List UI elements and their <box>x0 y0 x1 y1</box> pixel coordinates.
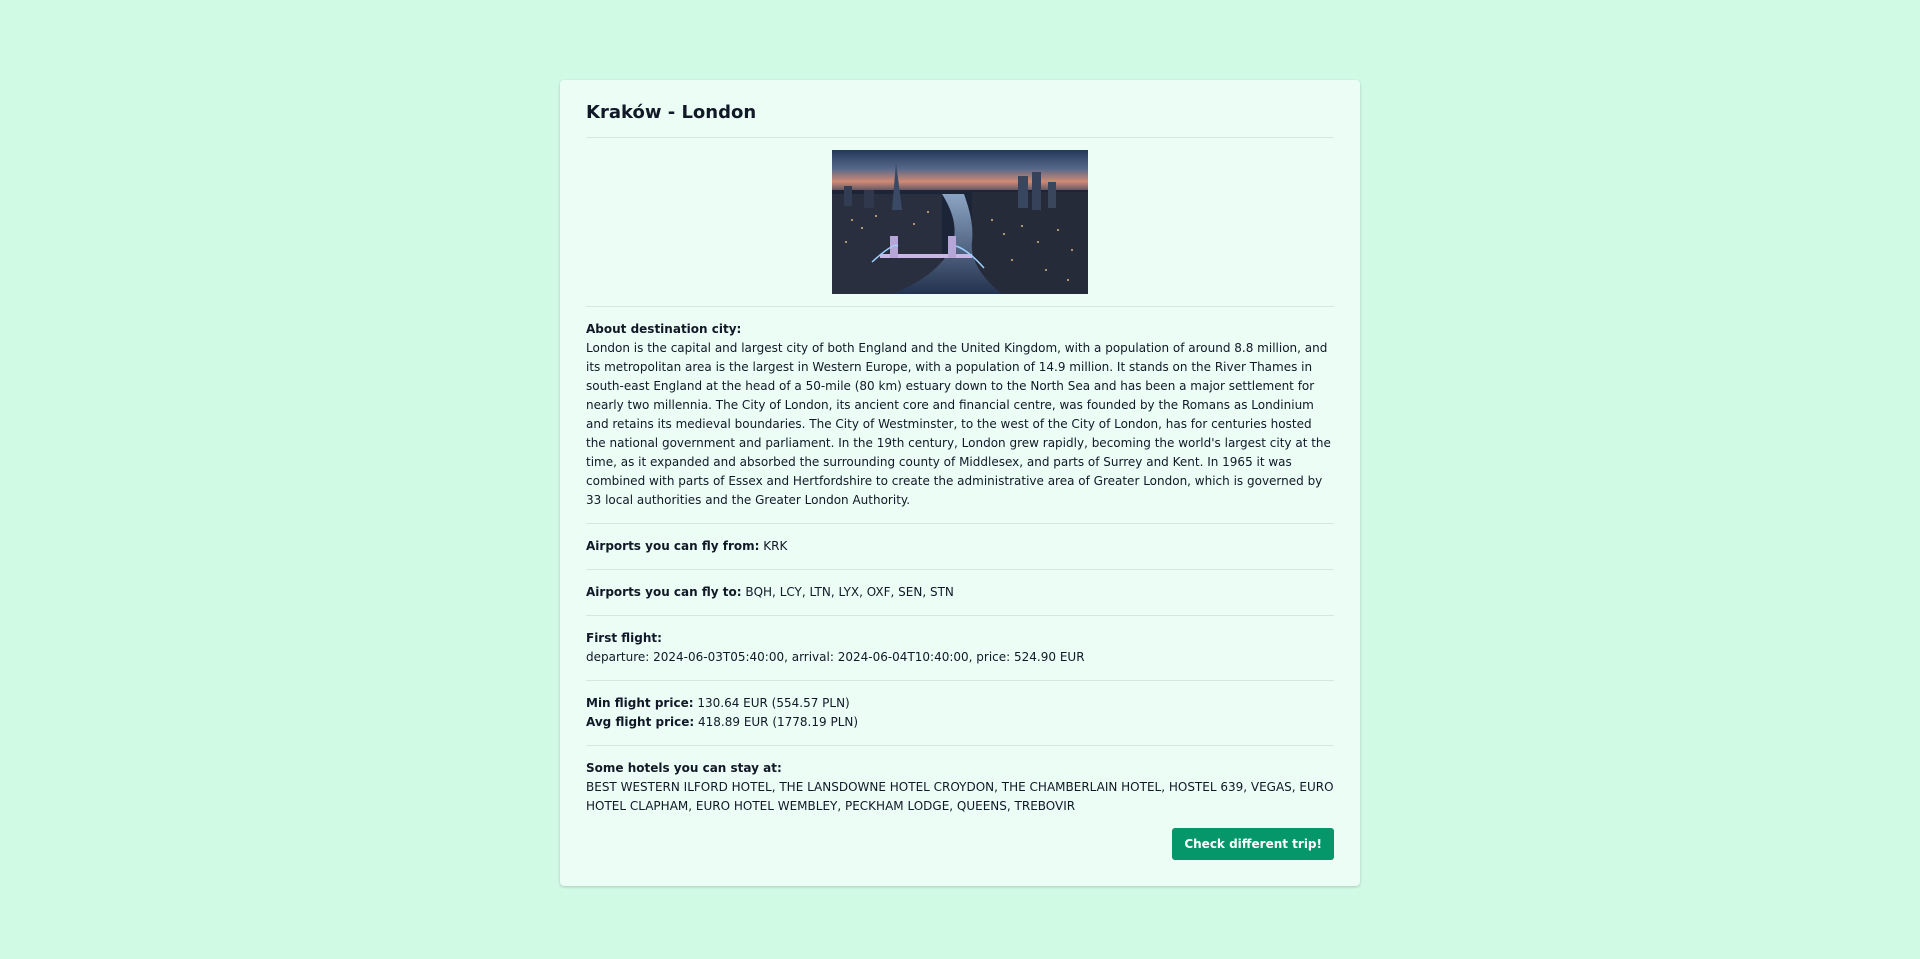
avg-price-row: Avg flight price: 418.89 EUR (1778.19 PL… <box>586 713 1334 732</box>
min-price-value: 130.64 EUR (554.57 PLN) <box>697 696 850 710</box>
avg-price-value: 418.89 EUR (1778.19 PLN) <box>698 715 859 729</box>
airports-to-label: Airports you can fly to: <box>586 585 742 599</box>
first-flight-section: First flight: departure: 2024-06-03T05:4… <box>586 616 1334 681</box>
about-destination-section: About destination city: London is the ca… <box>586 307 1334 524</box>
city-image <box>832 150 1088 294</box>
about-destination-label: About destination city: <box>586 322 742 336</box>
hotels-section: Some hotels you can stay at: BEST WESTER… <box>586 746 1334 824</box>
first-flight-value: departure: 2024-06-03T05:40:00, arrival:… <box>586 650 1085 664</box>
trip-details-card: Kraków - London About destination city: … <box>560 80 1360 886</box>
image-container <box>586 138 1334 307</box>
airports-to-value: BQH, LCY, LTN, LYX, OXF, SEN, STN <box>745 585 954 599</box>
min-price-row: Min flight price: 130.64 EUR (554.57 PLN… <box>586 694 1334 713</box>
min-price-label: Min flight price: <box>586 696 694 710</box>
first-flight-label: First flight: <box>586 631 662 645</box>
card-footer: Check different trip! <box>586 824 1334 860</box>
about-destination-text: London is the capital and largest city o… <box>586 341 1331 507</box>
page-title: Kraków - London <box>586 102 1334 138</box>
airports-from-value: KRK <box>763 539 788 553</box>
airports-from-label: Airports you can fly from: <box>586 539 760 553</box>
airports-from-section: Airports you can fly from: KRK <box>586 524 1334 570</box>
check-different-trip-button[interactable]: Check different trip! <box>1172 828 1334 860</box>
avg-price-label: Avg flight price: <box>586 715 695 729</box>
hotels-label: Some hotels you can stay at: <box>586 761 782 775</box>
hotels-value: BEST WESTERN ILFORD HOTEL, THE LANSDOWNE… <box>586 780 1334 813</box>
flight-prices-section: Min flight price: 130.64 EUR (554.57 PLN… <box>586 681 1334 746</box>
airports-to-section: Airports you can fly to: BQH, LCY, LTN, … <box>586 570 1334 616</box>
city-skyline-illustration <box>832 150 1088 294</box>
